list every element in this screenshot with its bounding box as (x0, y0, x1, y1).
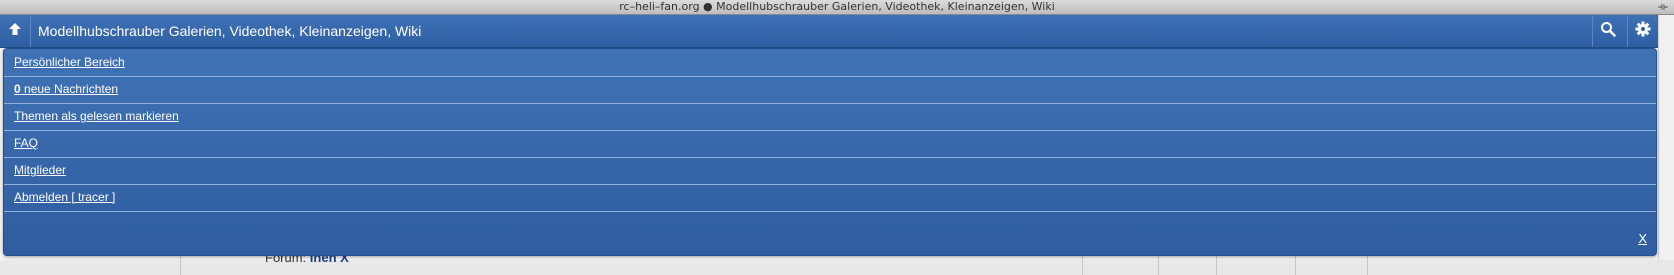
menu-item-personal-area: Persönlicher Bereich (4, 49, 1656, 77)
column-divider (1158, 255, 1159, 275)
message-count: 0 (14, 82, 21, 96)
search-icon (1600, 21, 1616, 42)
menu-item-mark-read: Themen als gelesen markieren (4, 103, 1656, 131)
column-divider (1082, 255, 1083, 275)
menu-item-members: Mitglieder (4, 157, 1656, 185)
column-divider (180, 255, 181, 275)
resize-icon[interactable]: ⟛ (1658, 0, 1668, 14)
vertical-scrollbar[interactable] (1658, 15, 1674, 260)
menu-link-mark-read[interactable]: Themen als gelesen markieren (14, 109, 179, 123)
messages-label: neue Nachrichten (20, 82, 119, 96)
site-header: Modellhubschrauber Galerien, Videothek, … (0, 15, 1658, 48)
scroll-top-button[interactable] (0, 15, 31, 47)
menu-link-new-messages[interactable]: 0 neue Nachrichten (14, 82, 118, 96)
menu-item-new-messages: 0 neue Nachrichten (4, 76, 1656, 104)
menu-item-logout: Abmelden [ tracer ] (4, 184, 1656, 212)
search-button[interactable] (1592, 15, 1623, 47)
settings-button[interactable] (1627, 15, 1658, 47)
user-menu-panel: Persönlicher Bereich 0 neue Nachrichten … (3, 48, 1657, 256)
gear-icon (1635, 21, 1651, 42)
column-divider (1367, 255, 1368, 275)
menu-link-faq[interactable]: FAQ (14, 136, 38, 150)
menu-item-faq: FAQ (4, 130, 1656, 158)
window-titlebar: rc–heli–fan.org ● Modellhubschrauber Gal… (0, 0, 1674, 15)
header-title[interactable]: Modellhubschrauber Galerien, Videothek, … (38, 15, 421, 47)
column-divider (1216, 255, 1217, 275)
menu-link-personal-area[interactable]: Persönlicher Bereich (14, 55, 125, 69)
menu-link-logout[interactable]: Abmelden [ tracer ] (14, 190, 115, 204)
column-divider (1295, 255, 1296, 275)
close-menu-button[interactable]: X (1638, 231, 1647, 246)
menu-link-members[interactable]: Mitglieder (14, 163, 66, 177)
arrow-up-icon (8, 22, 22, 41)
window-title: rc–heli–fan.org ● Modellhubschrauber Gal… (619, 0, 1055, 13)
